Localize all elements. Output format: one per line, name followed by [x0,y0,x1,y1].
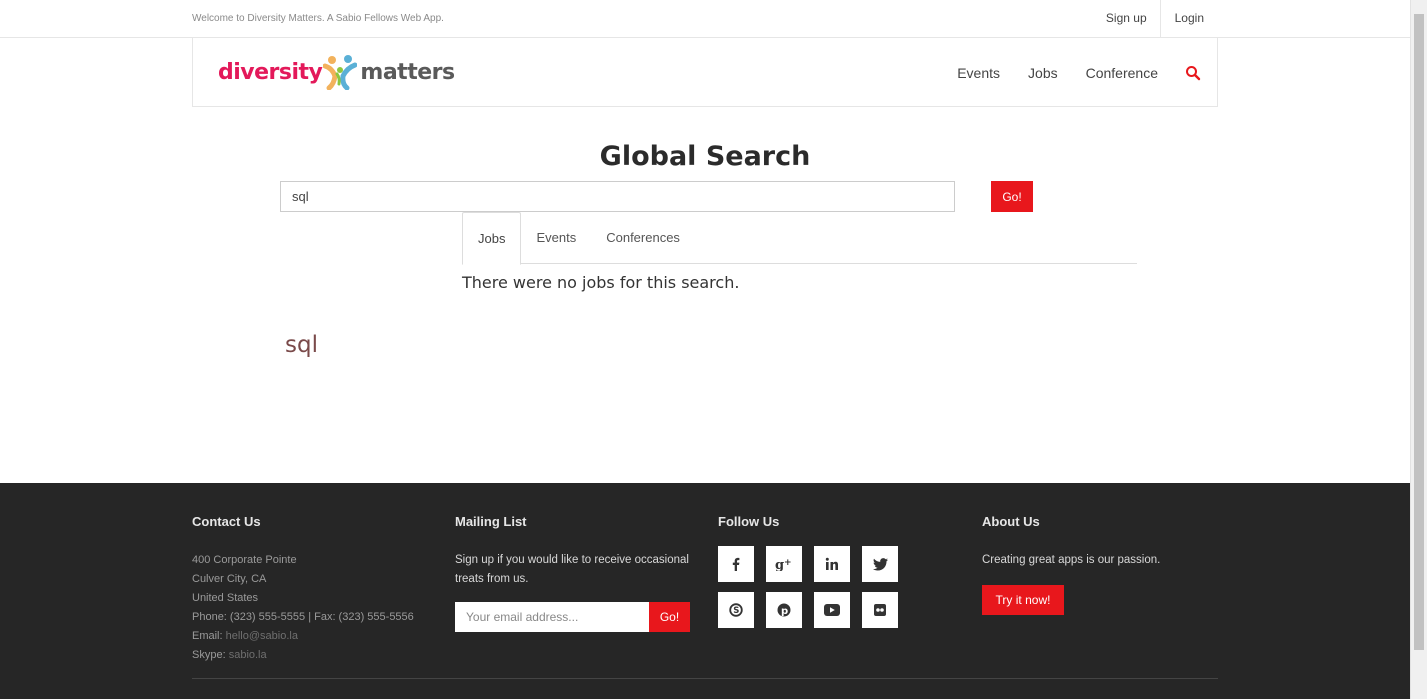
contact-skype-label: Skype: [192,649,226,661]
facebook-icon[interactable] [718,546,754,582]
linkedin-icon[interactable] [814,546,850,582]
footer-divider [192,678,1218,679]
follow-heading: Follow Us [718,514,780,529]
page-title: Global Search [599,141,811,172]
site-header: diversity matters Events Jobs Conference [192,38,1218,107]
nav-conference[interactable]: Conference [1086,65,1158,81]
contact-email-row: Email: hello@sabio.la [192,627,432,646]
youtube-icon[interactable] [814,592,850,628]
footer-mailing-list: Mailing List Sign up if you would like t… [455,514,695,632]
search-go-button[interactable]: Go! [991,181,1033,212]
tab-conferences[interactable]: Conferences [591,212,695,264]
top-bar: Welcome to Diversity Matters. A Sabio Fe… [0,0,1410,38]
contact-skype-row: Skype: sabio.la [192,646,432,665]
contact-skype-link[interactable]: sabio.la [229,649,267,661]
logo-text-diversity: diversity [218,59,323,85]
global-search-input[interactable] [280,181,955,212]
google-plus-icon[interactable]: g + [766,546,802,582]
contact-email-label: Email: [192,630,223,642]
social-links: g + S p [718,546,902,628]
logo-people-icon [323,55,358,90]
contact-address2: Culver City, CA [192,573,267,585]
welcome-text: Welcome to Diversity Matters. A Sabio Fe… [192,13,444,24]
contact-phone: Phone: (323) 555-5555 | Fax: (323) 555-5… [192,611,414,623]
email-field[interactable] [455,602,649,632]
main-nav: Events Jobs Conference [929,38,1201,107]
flickr-icon[interactable] [862,592,898,628]
about-heading: About Us [982,514,1040,529]
logo-text-matters: matters [360,59,455,85]
footer-follow: Follow Us g + S p [718,514,918,628]
contact-country: United States [192,592,259,604]
mailing-heading: Mailing List [455,514,527,529]
scrollbar-thumb[interactable] [1414,14,1424,650]
skype-icon[interactable]: S [718,592,754,628]
page-scrollbar[interactable] [1410,0,1427,699]
result-tabs: Jobs Events Conferences [462,212,1137,265]
site-footer: Contact Us 400 Corporate Pointe Culver C… [0,483,1410,699]
mailing-text: Sign up if you would like to receive occ… [455,554,689,585]
nav-events[interactable]: Events [957,65,1000,81]
svg-text:S: S [733,606,739,616]
tab-jobs[interactable]: Jobs [462,212,522,265]
search-icon[interactable] [1185,65,1201,81]
try-it-now-button[interactable]: Try it now! [982,585,1064,615]
mailing-go-button[interactable]: Go! [649,602,690,632]
twitter-icon[interactable] [862,546,898,582]
login-link[interactable]: Login [1161,0,1218,37]
about-text: Creating great apps is our passion. [982,554,1161,566]
no-results-message: There were no jobs for this search. [462,273,740,292]
svg-text:+: + [784,558,792,568]
footer-contact: Contact Us 400 Corporate Pointe Culver C… [192,514,432,665]
account-links: Sign up Login [1092,0,1218,37]
contact-address1: 400 Corporate Pointe [192,554,297,566]
svg-text:g: g [775,558,784,571]
svg-text:p: p [781,606,788,617]
contact-heading: Contact Us [192,514,261,529]
search-query-echo: sql [285,332,318,358]
nav-jobs[interactable]: Jobs [1028,65,1058,81]
tab-events[interactable]: Events [521,212,591,264]
contact-email-link[interactable]: hello@sabio.la [226,630,298,642]
mailing-form: Go! [455,602,690,632]
footer-about: About Us Creating great apps is our pass… [982,514,1222,615]
site-logo[interactable]: diversity matters [218,52,455,92]
signup-link[interactable]: Sign up [1092,0,1161,37]
pinterest-icon[interactable]: p [766,592,802,628]
